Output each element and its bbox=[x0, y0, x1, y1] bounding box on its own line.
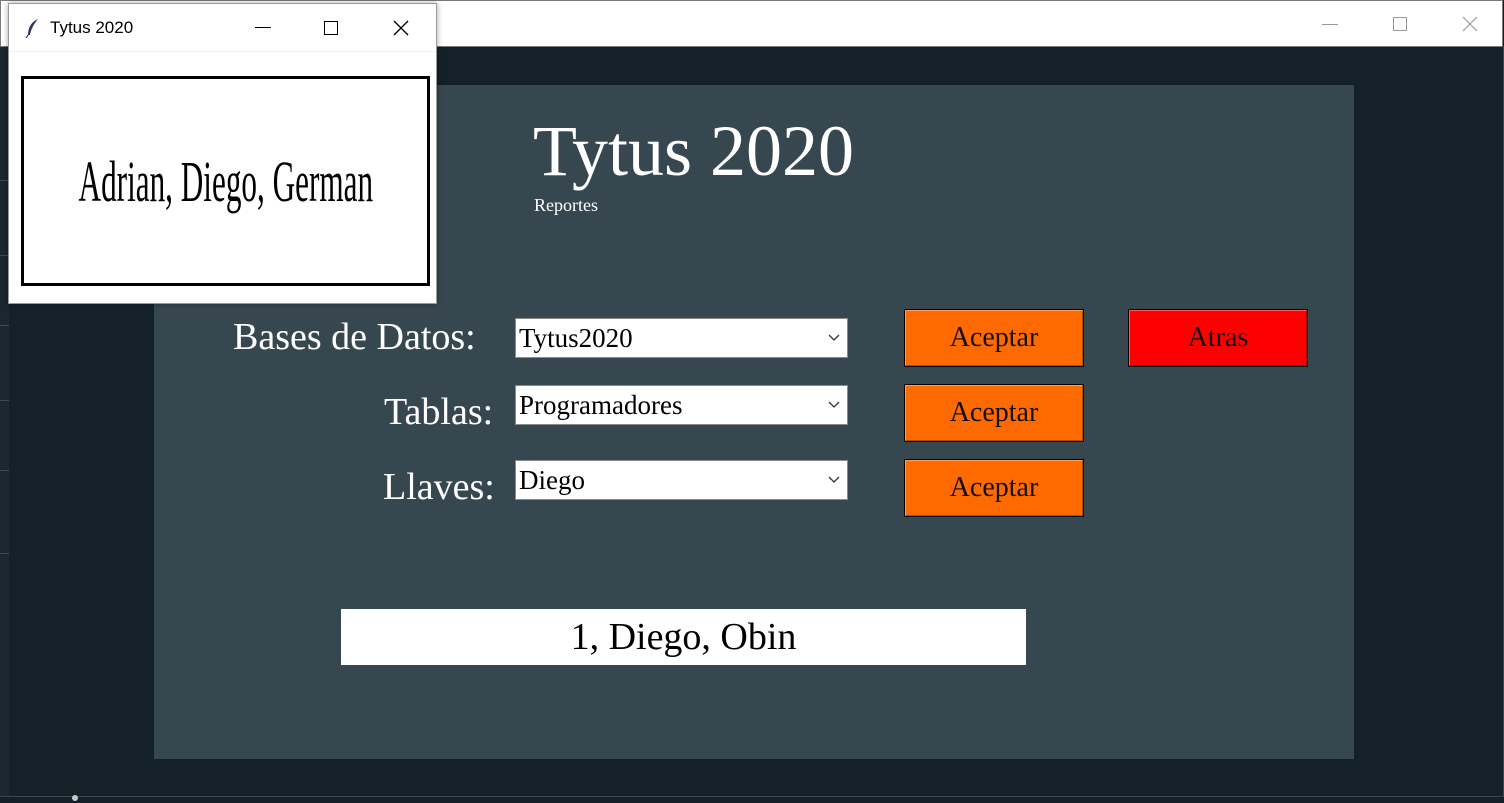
popup-close-button[interactable] bbox=[367, 4, 435, 51]
popup-title: Tytus 2020 bbox=[50, 18, 134, 37]
author-names: Adrian, Diego, German bbox=[78, 148, 373, 214]
close-icon bbox=[1462, 16, 1478, 32]
main-minimize-button[interactable] bbox=[1295, 1, 1365, 47]
editor-edge-tick bbox=[0, 553, 9, 554]
minimize-icon bbox=[255, 27, 271, 28]
editor-edge-tick bbox=[0, 470, 9, 471]
app-title: Tytus 2020 bbox=[533, 111, 854, 191]
background-bullet bbox=[72, 795, 78, 801]
chevron-down-icon[interactable] bbox=[827, 475, 841, 485]
popup-titlebar[interactable]: Tytus 2020 bbox=[9, 4, 436, 51]
main-maximize-button[interactable] bbox=[1365, 1, 1435, 47]
chevron-down-icon[interactable] bbox=[827, 400, 841, 410]
accept-database-button[interactable]: Aceptar bbox=[904, 309, 1084, 367]
popup-minimize-button[interactable] bbox=[229, 4, 297, 51]
back-button[interactable]: Atras bbox=[1128, 309, 1308, 367]
maximize-icon bbox=[324, 20, 338, 35]
popup-content: Adrian, Diego, German bbox=[9, 52, 436, 303]
keys-label: Llaves: bbox=[383, 466, 495, 508]
chevron-down-icon[interactable] bbox=[827, 333, 841, 343]
accept-table-button[interactable]: Aceptar bbox=[904, 384, 1084, 442]
feather-icon bbox=[25, 19, 38, 38]
result-display: 1, Diego, Obin bbox=[341, 609, 1026, 665]
close-icon bbox=[393, 20, 409, 35]
database-select[interactable]: Tytus2020 bbox=[515, 318, 848, 358]
editor-edge-tick bbox=[0, 400, 9, 401]
editor-edge-tick bbox=[0, 325, 9, 326]
tables-label: Tablas: bbox=[384, 391, 494, 433]
database-select-value: Tytus2020 bbox=[519, 323, 633, 353]
popup-maximize-button[interactable] bbox=[297, 4, 365, 51]
accept-key-button[interactable]: Aceptar bbox=[904, 459, 1084, 517]
databases-label: Bases de Datos: bbox=[233, 316, 476, 358]
key-select[interactable]: Diego bbox=[515, 460, 848, 500]
names-frame: Adrian, Diego, German bbox=[21, 76, 430, 286]
key-select-value: Diego bbox=[519, 465, 585, 495]
main-close-button[interactable] bbox=[1435, 1, 1504, 47]
maximize-icon bbox=[1393, 17, 1407, 31]
table-select[interactable]: Programadores bbox=[515, 385, 848, 425]
minimize-icon bbox=[1322, 23, 1338, 25]
popup-window: Tytus 2020 Adrian, Diego, German bbox=[8, 3, 437, 304]
app-subtitle: Reportes bbox=[534, 195, 598, 215]
table-select-value: Programadores bbox=[519, 390, 683, 420]
